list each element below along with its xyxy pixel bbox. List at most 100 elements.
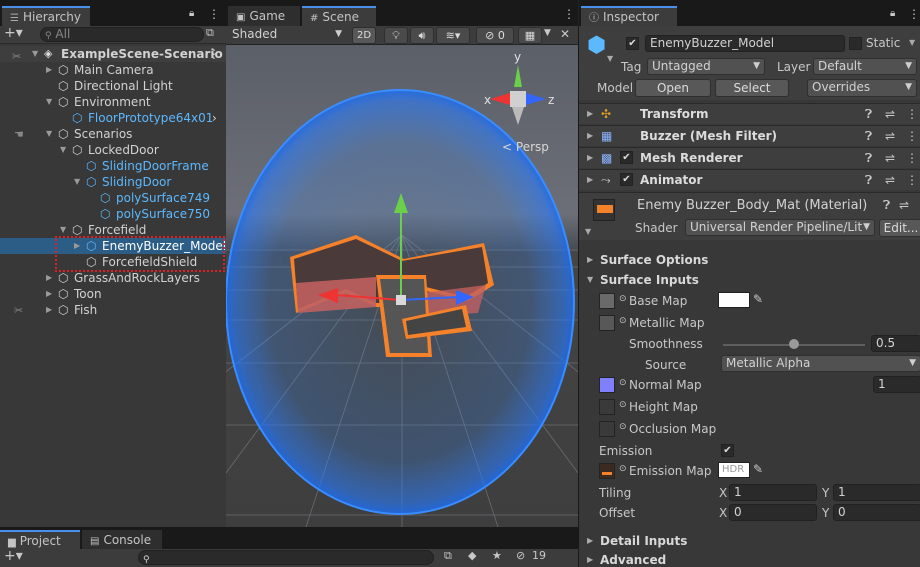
hierarchy-item[interactable]: ▶ ⬡ Toon: [0, 286, 226, 302]
hierarchy-item[interactable]: ▼ ⬡ Forcefield: [0, 222, 226, 238]
hierarchy-item[interactable]: ⬡ polySurface750: [0, 206, 226, 222]
component-fold-icon[interactable]: ▶: [587, 104, 593, 124]
base-map-thumbnail[interactable]: [599, 293, 615, 309]
grid-options-caret-icon[interactable]: ▼: [544, 28, 551, 38]
grid-toggle-button[interactable]: ▦: [518, 27, 542, 44]
component-fold-icon[interactable]: ▶: [587, 148, 593, 168]
material-help-icon[interactable]: ❓︎: [883, 198, 890, 213]
shader-dropdown[interactable]: Universal Render Pipeline/Lit ▼: [685, 219, 875, 236]
offset-y-field[interactable]: 0: [833, 504, 920, 521]
preset-icon[interactable]: ⇌: [885, 104, 895, 124]
collapse-arrow-icon[interactable]: ▼: [60, 222, 70, 238]
collapse-arrow-icon[interactable]: ▼: [46, 94, 56, 110]
hierarchy-item[interactable]: ⬡ polySurface749: [0, 190, 226, 206]
active-checkbox[interactable]: ✔: [626, 37, 639, 50]
toggle-2d-button[interactable]: 2D: [352, 27, 376, 44]
component-kebab-icon[interactable]: ⋮: [906, 126, 918, 146]
tab-project[interactable]: ▆ Project: [0, 530, 80, 549]
expand-arrow-icon[interactable]: ▶: [46, 270, 56, 286]
component-kebab-icon[interactable]: ⋮: [906, 170, 918, 190]
expand-arrow-icon[interactable]: ▶: [46, 62, 56, 78]
visibility-hidden-icon[interactable]: ✂: [12, 50, 21, 63]
icon-dropdown-caret-icon[interactable]: ▼: [607, 54, 613, 63]
height-map-thumbnail[interactable]: [599, 399, 615, 415]
advanced-fold-icon[interactable]: ▶: [587, 555, 593, 564]
search-by-label-icon[interactable]: ◆: [468, 549, 476, 562]
offset-x-field[interactable]: 0: [729, 504, 817, 521]
scene-menu-icon[interactable]: ⋮: [208, 46, 220, 62]
collapse-arrow-icon[interactable]: ▼: [46, 126, 56, 142]
help-icon[interactable]: ❓︎: [865, 148, 872, 168]
preset-icon[interactable]: ⇌: [885, 170, 895, 190]
project-search-input[interactable]: ⚲: [138, 550, 434, 565]
preset-icon[interactable]: ⇌: [885, 148, 895, 168]
material-header[interactable]: ▼ Enemy Buzzer_Body_Mat (Material) ❓︎ ⇌ …: [579, 192, 920, 240]
tiling-y-field[interactable]: 1: [833, 484, 920, 501]
layer-dropdown[interactable]: Default ▼: [813, 58, 917, 75]
expand-arrow-icon[interactable]: ▼: [32, 46, 42, 62]
expand-arrow-icon[interactable]: ▶: [46, 302, 56, 318]
lighting-toggle-button[interactable]: 💡︎: [384, 27, 408, 44]
hierarchy-item[interactable]: ▶ ⬡ Fish: [0, 302, 226, 318]
hierarchy-item[interactable]: ▶ ⬡ Main Camera: [0, 62, 226, 78]
surface-inputs-foldout[interactable]: Surface Inputs: [600, 273, 699, 287]
inspector-kebab-icon[interactable]: ⋮: [908, 7, 920, 21]
component-header[interactable]: ▶ ✣ Transform ❓︎ ⇌ ⋮: [579, 103, 920, 124]
search-by-type-icon[interactable]: ⧉: [444, 549, 452, 563]
hierarchy-item[interactable]: ⬡ ForcefieldShield: [0, 254, 226, 270]
add-icon[interactable]: +▾: [4, 25, 23, 41]
base-color-eyedropper-icon[interactable]: ✎: [753, 292, 763, 306]
material-kebab-icon[interactable]: ⋮: [915, 198, 920, 212]
hierarchy-item[interactable]: ▼ ⬡ Environment: [0, 94, 226, 110]
component-kebab-icon[interactable]: ⋮: [906, 104, 918, 124]
help-icon[interactable]: ❓︎: [865, 104, 872, 124]
lock-icon[interactable]: 🔒︎: [189, 8, 194, 19]
hidden-objects-button[interactable]: ⊘ 0: [476, 27, 514, 44]
metallic-map-picker-icon[interactable]: ⊙: [619, 316, 627, 326]
hierarchy-item[interactable]: ▶ ⬡ GrassAndRockLayers: [0, 270, 226, 286]
height-map-picker-icon[interactable]: ⊙: [619, 400, 627, 410]
advanced-foldout[interactable]: Advanced: [600, 553, 666, 567]
normal-map-thumbnail[interactable]: [599, 377, 615, 393]
component-header[interactable]: ▶ ▦ Buzzer (Mesh Filter) ❓︎ ⇌ ⋮: [579, 125, 920, 146]
project-add-icon[interactable]: +▾: [4, 548, 23, 564]
emission-color-swatch[interactable]: HDR: [718, 462, 750, 478]
open-prefab-chevron-icon[interactable]: ›: [212, 110, 217, 126]
tiling-x-field[interactable]: 1: [729, 484, 817, 501]
detail-inputs-foldout[interactable]: Detail Inputs: [600, 534, 687, 548]
expand-arrow-icon[interactable]: ▶: [46, 286, 56, 302]
smoothness-slider-handle[interactable]: [789, 339, 799, 349]
hierarchy-search-input[interactable]: ⚲ All: [40, 27, 204, 42]
hierarchy-item[interactable]: ▼ ⬡ SlidingDoor: [0, 174, 226, 190]
scene-kebab-icon[interactable]: ⋮: [563, 7, 575, 21]
hierarchy-item[interactable]: ▼ ⬡ Scenarios: [0, 126, 226, 142]
smoothness-value-field[interactable]: 0.5: [871, 335, 920, 352]
occlusion-map-picker-icon[interactable]: ⊙: [619, 422, 627, 432]
component-enabled-checkbox[interactable]: ✔: [620, 151, 633, 164]
component-header[interactable]: ▶ ⤳ ✔ Animator ❓︎ ⇌ ⋮: [579, 169, 920, 190]
select-button[interactable]: Select: [715, 79, 789, 97]
source-dropdown[interactable]: Metallic Alpha ▼: [721, 355, 920, 372]
preset-icon[interactable]: ⇌: [885, 126, 895, 146]
emission-checkbox[interactable]: ✔: [721, 444, 734, 457]
normal-map-picker-icon[interactable]: ⊙: [619, 378, 627, 388]
persp-label[interactable]: < Persp: [502, 140, 549, 154]
overrides-dropdown[interactable]: Overrides ▼: [807, 79, 917, 97]
component-header[interactable]: ▶ ▩ ✔ Mesh Renderer ❓︎ ⇌ ⋮: [579, 147, 920, 168]
tab-game[interactable]: ▣ Game: [228, 6, 300, 26]
base-map-picker-icon[interactable]: ⊙: [619, 294, 627, 304]
emission-map-picker-icon[interactable]: ⊙: [619, 464, 627, 474]
material-fold-icon[interactable]: ▼: [585, 227, 591, 236]
occlusion-map-thumbnail[interactable]: [599, 421, 615, 437]
hidden-packages-icon[interactable]: ⊘: [516, 549, 525, 562]
component-kebab-icon[interactable]: ⋮: [906, 148, 918, 168]
surface-inputs-fold-icon[interactable]: ▼: [587, 275, 593, 284]
material-settings-icon[interactable]: ⇌: [899, 198, 909, 212]
tab-inspector[interactable]: ⓘ Inspector: [581, 6, 677, 26]
tab-scene[interactable]: # Scene: [302, 6, 376, 26]
object-name-field[interactable]: EnemyBuzzer_Model: [645, 35, 845, 52]
collapse-arrow-icon[interactable]: ▼: [60, 142, 70, 158]
hierarchy-item[interactable]: ⬡ SlidingDoorFrame: [0, 158, 226, 174]
kebab-menu-icon[interactable]: ⋮: [208, 7, 220, 21]
pickable-off-icon[interactable]: ☚: [14, 128, 24, 141]
